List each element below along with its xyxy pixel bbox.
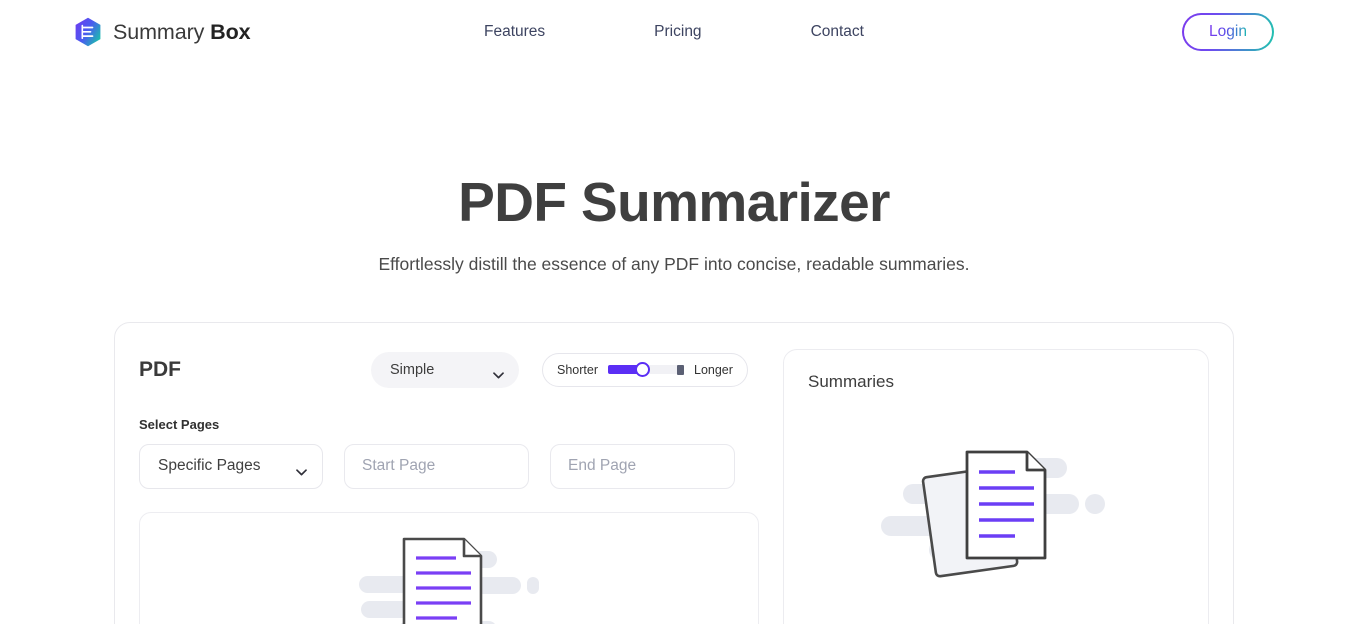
slider-fill: [608, 365, 639, 375]
summaries-illustration: [808, 442, 1184, 587]
header-actions: Login: [1182, 13, 1274, 51]
pages-mode-value: Specific Pages: [158, 457, 261, 475]
slider-thumb[interactable]: [635, 362, 651, 378]
pages-mode-select[interactable]: Specific Pages: [139, 443, 323, 489]
brand-logo[interactable]: Summary Box: [74, 17, 251, 47]
brand-name-bold: Box: [210, 19, 251, 44]
hexagon-document-logo-icon: [74, 17, 102, 47]
single-document-icon: [359, 531, 539, 624]
pdf-input-panel: PDF Simple Shorter Longer Select Pages S…: [139, 349, 759, 624]
summary-style-value: Simple: [390, 361, 435, 378]
pdf-panel-title: PDF: [139, 357, 181, 381]
slider-min-label: Shorter: [557, 362, 598, 377]
summaries-panel-title: Summaries: [808, 371, 894, 391]
page-range-fields: Specific Pages: [139, 443, 759, 489]
login-button-label: Login: [1209, 23, 1247, 40]
end-page-input[interactable]: [550, 443, 735, 489]
summary-style-select[interactable]: Simple: [371, 351, 519, 388]
summary-length-slider[interactable]: [608, 362, 684, 378]
site-header: Summary Box Features Pricing Contact Log…: [0, 0, 1348, 64]
nav-item-pricing[interactable]: Pricing: [654, 23, 701, 41]
slider-max-label: Longer: [694, 362, 733, 377]
select-pages-label: Select Pages: [139, 416, 220, 432]
stacked-documents-icon: [881, 442, 1111, 587]
page-title: PDF Summarizer: [458, 171, 890, 233]
brand-name: Summary Box: [113, 20, 251, 45]
summary-length-control: Shorter Longer: [542, 352, 748, 387]
chevron-down-icon: [296, 463, 307, 476]
brand-name-light: Summary: [113, 19, 205, 44]
summaries-panel: Summaries: [783, 348, 1209, 624]
hero-section: PDF Summarizer Effortlessly distill the …: [0, 64, 1348, 275]
nav-item-features[interactable]: Features: [484, 23, 545, 41]
login-button[interactable]: Login: [1182, 13, 1274, 51]
start-page-input[interactable]: [344, 443, 529, 489]
pdf-panel-toolbar: PDF Simple Shorter Longer: [139, 349, 759, 391]
slider-end-mark: [677, 364, 684, 375]
page-subtitle: Effortlessly distill the essence of any …: [378, 253, 970, 274]
chevron-down-icon: [493, 366, 504, 379]
main-nav: Features Pricing Contact: [484, 23, 864, 41]
pdf-dropzone[interactable]: [139, 511, 759, 624]
summarizer-card: PDF Simple Shorter Longer Select Pages S…: [114, 321, 1234, 624]
nav-item-contact[interactable]: Contact: [811, 23, 864, 41]
